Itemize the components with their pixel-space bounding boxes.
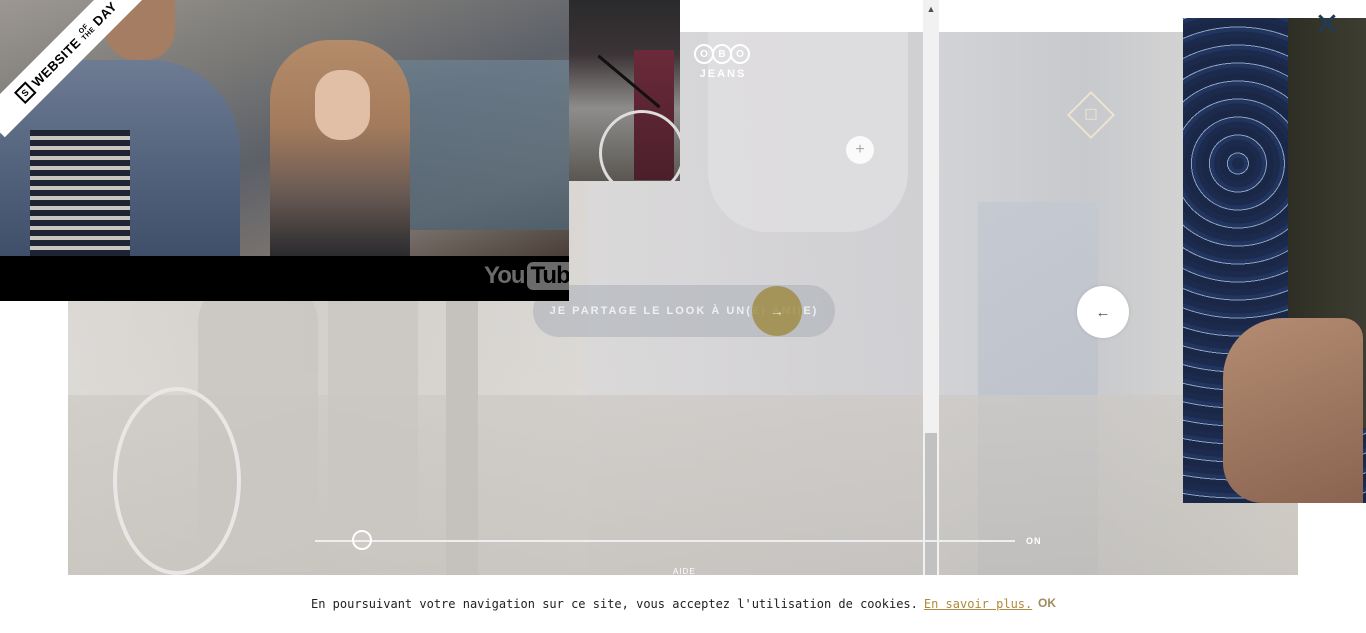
logo-letter: O	[730, 44, 750, 64]
next-arrow-icon[interactable]: →	[752, 286, 802, 336]
logo-letter: B	[712, 44, 732, 64]
scroll-up-icon[interactable]: ▲	[923, 0, 939, 17]
timeline-slider-track[interactable]	[315, 540, 1015, 542]
scrollbar-thumb[interactable]	[925, 433, 937, 575]
hero-person-right	[328, 262, 418, 562]
logo-letter: O	[694, 44, 714, 64]
awwwards-icon: S	[13, 81, 37, 105]
cookie-message: En poursuivant votre navigation sur ce s…	[311, 597, 918, 611]
timeline-slider-handle[interactable]	[352, 530, 372, 550]
cookie-banner: En poursuivant votre navigation sur ce s…	[0, 575, 1366, 633]
logo-subtitle: JEANS	[699, 68, 747, 80]
cookie-ok-button[interactable]: OK	[1038, 596, 1056, 610]
cookie-learn-more-link[interactable]: En savoir plus.	[924, 597, 1032, 611]
paisley-shirt-photo	[1183, 18, 1366, 503]
close-icon[interactable]: ✕	[1313, 10, 1341, 40]
obo-jeans-logo[interactable]: O B O JEANS	[683, 44, 763, 80]
slider-on-label[interactable]: ON	[1026, 536, 1042, 546]
youtube-logo-you: You	[484, 262, 526, 289]
back-arrow-icon[interactable]: ←	[1077, 286, 1129, 338]
hero-pole	[446, 292, 478, 575]
badge-word-day: DAY	[89, 0, 120, 29]
badge-of-the: OF THE	[77, 22, 97, 42]
plus-icon[interactable]: +	[846, 136, 874, 164]
vertical-scrollbar[interactable]: ▲	[923, 0, 939, 575]
hero-bike-wheel	[113, 387, 241, 575]
cookie-message-line: En poursuivant votre navigation sur ce s…	[311, 597, 1032, 611]
bike-photo	[569, 0, 680, 181]
youtube-logo-icon[interactable]: You Tube	[484, 262, 569, 290]
youtube-logo-tube: Tube	[526, 262, 569, 290]
logo-rings: O B O	[683, 44, 763, 64]
